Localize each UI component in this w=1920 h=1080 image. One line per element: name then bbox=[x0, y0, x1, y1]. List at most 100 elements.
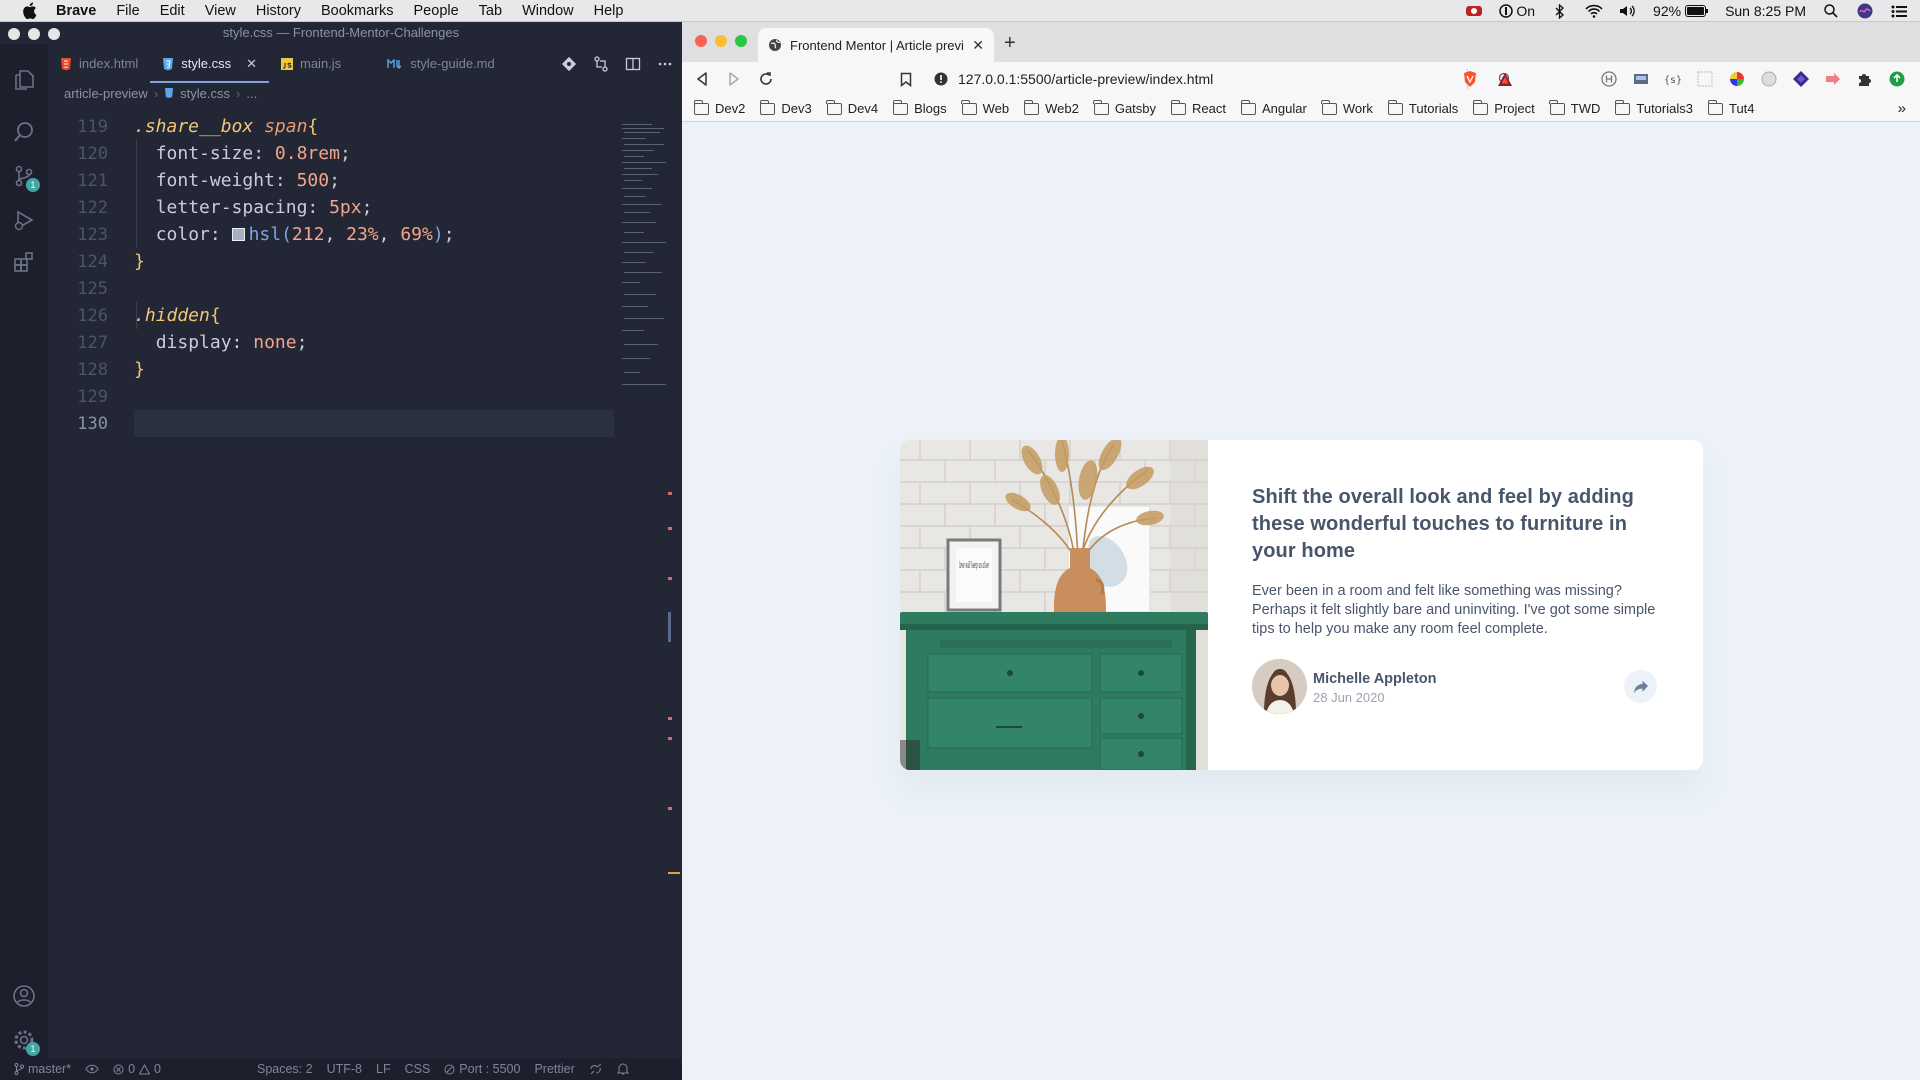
git-branch-status[interactable]: master* bbox=[14, 1062, 71, 1076]
bookmark-folder[interactable]: Web bbox=[961, 99, 1009, 116]
extensions-puzzle-icon[interactable] bbox=[1856, 70, 1874, 88]
extension-arrow-icon[interactable] bbox=[1824, 70, 1842, 88]
recording-indicator-icon[interactable] bbox=[1465, 4, 1483, 18]
profile-update-icon[interactable] bbox=[1888, 70, 1906, 88]
bookmark-folder[interactable]: Tutorials3 bbox=[1614, 99, 1693, 116]
menu-bookmarks[interactable]: Bookmarks bbox=[321, 3, 394, 19]
explorer-icon[interactable] bbox=[12, 68, 36, 92]
menu-app-name[interactable]: Brave bbox=[56, 3, 96, 19]
breadcrumb-file[interactable]: style.css bbox=[180, 86, 230, 101]
forward-arrow-icon[interactable] bbox=[724, 69, 744, 89]
open-changes-icon[interactable] bbox=[592, 55, 610, 73]
bookmark-folder[interactable]: Web2 bbox=[1023, 99, 1079, 116]
bookmark-folder[interactable]: Project bbox=[1472, 99, 1535, 116]
browser-close-button[interactable] bbox=[695, 35, 707, 47]
bookmark-folder[interactable]: Tut4 bbox=[1707, 99, 1755, 116]
accounts-icon[interactable] bbox=[12, 984, 36, 1008]
bookmark-folder[interactable]: React bbox=[1170, 99, 1226, 116]
source-control-badge: 1 bbox=[26, 178, 40, 192]
extension-color-wheel-icon[interactable] bbox=[1728, 70, 1746, 88]
menu-window[interactable]: Window bbox=[522, 3, 574, 19]
back-arrow-icon[interactable] bbox=[692, 69, 712, 89]
tab-style-css[interactable]: style.css ✕ bbox=[150, 44, 269, 83]
menu-tab[interactable]: Tab bbox=[479, 3, 502, 19]
extensions-icon[interactable] bbox=[12, 250, 36, 274]
source-control-icon[interactable]: 1 bbox=[12, 164, 40, 192]
tab-style-guide-md[interactable]: style-guide.md bbox=[375, 44, 507, 83]
bookmark-page-icon[interactable] bbox=[896, 69, 916, 89]
feedback-icon[interactable] bbox=[589, 1063, 603, 1075]
bookmarks-overflow-chevron-icon[interactable]: » bbox=[1898, 100, 1906, 117]
search-icon[interactable] bbox=[12, 120, 36, 144]
run-debug-icon[interactable] bbox=[12, 208, 36, 232]
menu-file[interactable]: File bbox=[116, 3, 139, 19]
menu-view[interactable]: View bbox=[205, 3, 236, 19]
bookmark-folder[interactable]: Dev2 bbox=[693, 99, 745, 116]
spotlight-search-icon[interactable] bbox=[1822, 4, 1840, 18]
git-graph-icon[interactable] bbox=[560, 55, 578, 73]
bookmark-folder[interactable]: Dev4 bbox=[826, 99, 878, 116]
eol-status[interactable]: LF bbox=[376, 1062, 391, 1076]
close-tab-icon[interactable]: ✕ bbox=[972, 37, 984, 54]
extension-circle-icon[interactable] bbox=[1760, 70, 1778, 88]
article-title[interactable]: Shift the overall look and feel by addin… bbox=[1252, 484, 1662, 565]
more-actions-icon[interactable] bbox=[656, 55, 674, 73]
close-tab-icon[interactable]: ✕ bbox=[246, 56, 257, 72]
vpn-status[interactable]: On bbox=[1499, 3, 1535, 19]
new-tab-plus-icon[interactable]: + bbox=[1004, 32, 1016, 55]
extension-diamond-icon[interactable] bbox=[1792, 70, 1810, 88]
address-bar[interactable]: 127.0.0.1:5500/article-preview/index.htm… bbox=[924, 65, 1512, 93]
bookmark-folder[interactable]: Work bbox=[1321, 99, 1373, 116]
manage-gear-icon[interactable]: 1 bbox=[12, 1028, 40, 1056]
encoding-status[interactable]: UTF-8 bbox=[327, 1062, 362, 1076]
notification-center-icon[interactable] bbox=[1890, 4, 1908, 18]
live-server-status[interactable]: Port : 5500 bbox=[444, 1062, 520, 1076]
extension-h-icon[interactable] bbox=[1600, 70, 1618, 88]
bookmark-folder[interactable]: Gatsby bbox=[1093, 99, 1156, 116]
bluetooth-icon[interactable] bbox=[1551, 3, 1569, 19]
menu-edit[interactable]: Edit bbox=[160, 3, 185, 19]
extension-screen-icon[interactable] bbox=[1632, 70, 1650, 88]
bookmark-folder[interactable]: Angular bbox=[1240, 99, 1307, 116]
color-swatch[interactable] bbox=[231, 228, 245, 241]
site-info-icon bbox=[934, 72, 948, 86]
wifi-icon[interactable] bbox=[1585, 4, 1603, 18]
battery-status[interactable]: 92% bbox=[1653, 3, 1709, 19]
browser-tab-active[interactable]: Frontend Mentor | Article preview ✕ bbox=[758, 28, 994, 62]
tab-index-html[interactable]: index.html bbox=[48, 44, 150, 83]
indentation-status[interactable]: Spaces: 2 bbox=[257, 1062, 313, 1076]
minimap[interactable] bbox=[620, 122, 668, 392]
apple-logo-icon[interactable] bbox=[20, 2, 38, 19]
browser-zoom-button[interactable] bbox=[735, 35, 747, 47]
breadcrumb-folder[interactable]: article-preview bbox=[64, 86, 148, 101]
sync-status[interactable] bbox=[85, 1064, 99, 1074]
volume-icon[interactable] bbox=[1619, 4, 1637, 18]
scrollbar-thumb[interactable] bbox=[668, 612, 671, 642]
split-editor-icon[interactable] bbox=[624, 55, 642, 73]
extension-braces-icon[interactable]: {s} bbox=[1664, 70, 1682, 88]
brave-rewards-icon[interactable] bbox=[1496, 70, 1514, 88]
problems-status[interactable]: 0 0 bbox=[113, 1062, 161, 1076]
browser-minimize-button[interactable] bbox=[715, 35, 727, 47]
notifications-bell-icon[interactable] bbox=[616, 1063, 629, 1075]
extension-grid-icon[interactable] bbox=[1696, 70, 1714, 88]
bookmark-folder[interactable]: TWD bbox=[1549, 99, 1600, 116]
menubar-clock[interactable]: Sun 8:25 PM bbox=[1725, 3, 1806, 19]
menu-help[interactable]: Help bbox=[594, 3, 624, 19]
brave-shields-icon[interactable] bbox=[1461, 70, 1479, 88]
language-mode-status[interactable]: CSS bbox=[405, 1062, 431, 1076]
bookmark-folder[interactable]: Dev3 bbox=[759, 99, 812, 116]
tab-main-js[interactable]: main.js bbox=[269, 44, 353, 83]
menu-people[interactable]: People bbox=[414, 3, 459, 19]
prettier-status[interactable]: Prettier bbox=[534, 1062, 574, 1076]
reload-icon[interactable] bbox=[756, 69, 776, 89]
page-viewport: love will keep us alive Shift the overal… bbox=[682, 122, 1920, 1080]
code-line: 126 .hidden{ bbox=[77, 305, 221, 326]
code-editor[interactable]: 119 .share__box span{ 120 font-size: 0.8… bbox=[48, 104, 620, 1058]
share-button[interactable] bbox=[1624, 670, 1657, 703]
siri-icon[interactable] bbox=[1856, 3, 1874, 19]
menu-history[interactable]: History bbox=[256, 3, 301, 19]
bookmark-folder[interactable]: Tutorials bbox=[1387, 99, 1458, 116]
bookmark-folder[interactable]: Blogs bbox=[892, 99, 947, 116]
breadcrumb-more[interactable]: ... bbox=[246, 86, 257, 101]
